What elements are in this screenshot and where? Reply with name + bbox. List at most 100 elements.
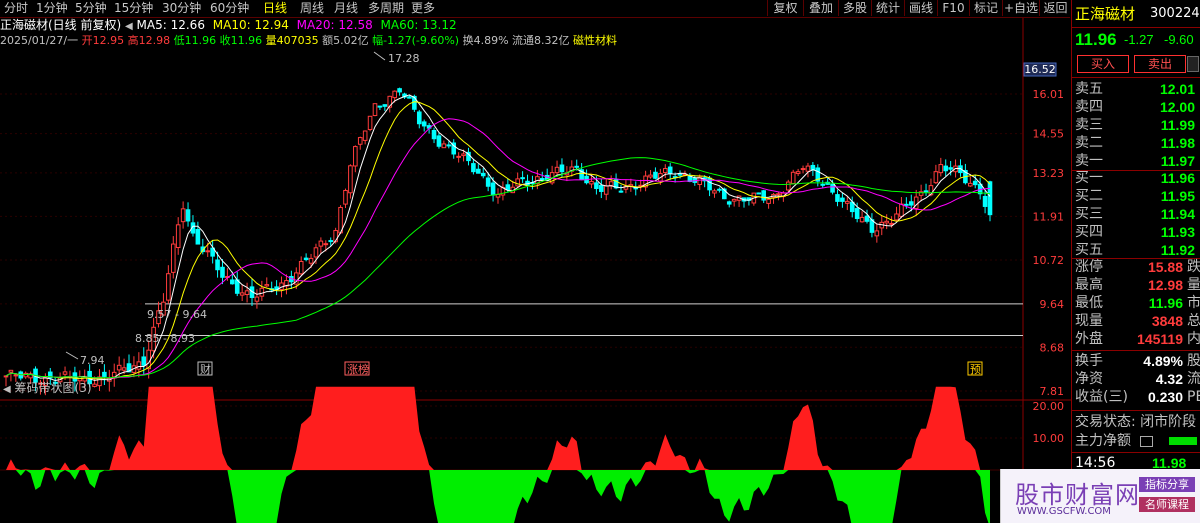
candle-body: [845, 200, 850, 204]
f10-button[interactable]: F10: [937, 0, 969, 16]
trade-status: 交易状态: 闭市阶段: [1075, 414, 1197, 430]
menu-icon[interactable]: [1187, 56, 1199, 72]
candle-body: [254, 296, 260, 302]
statistics-button[interactable]: 统计: [871, 0, 904, 16]
ma60-label: MA60: 13.12: [380, 18, 457, 32]
add-watchlist-button[interactable]: +自选: [1002, 0, 1039, 16]
stat-row-3: 现量 3848 总: [1072, 312, 1200, 330]
candle-body: [298, 261, 304, 275]
watermark-tag-indicators: 指标分享: [1139, 477, 1195, 492]
candle-body: [436, 135, 442, 147]
range-upper-label: 9.57 - 9.64: [147, 308, 207, 321]
candle-body: [471, 163, 476, 173]
chip-band-positive: [6, 386, 990, 470]
candle-body: [884, 220, 889, 224]
multi-stock-button[interactable]: 多股: [838, 0, 871, 16]
watermark-url: WWW.GSCFW.COM: [1017, 506, 1111, 517]
stat-row-1: 最高 12.98 量: [1072, 276, 1200, 294]
candle-body: [357, 137, 363, 145]
buy-button[interactable]: 买入: [1077, 55, 1129, 73]
stat-row-3-extra: 总: [1187, 313, 1200, 329]
candle-body: [928, 185, 934, 196]
candle-body: [8, 369, 14, 373]
stock-title: 正海磁材(日线 前复权): [0, 18, 122, 32]
fuquan-button[interactable]: 复权: [767, 0, 803, 16]
candle-body: [830, 183, 835, 193]
candle-body: [864, 215, 870, 222]
candle-body: [313, 247, 319, 258]
back-button[interactable]: 返回: [1039, 0, 1071, 16]
bid-row-1-value: 11.96: [1160, 170, 1195, 186]
ma-info-line: 正海磁材(日线 前复权) ◀ MA5: 12.66 MA10: 12.94 MA…: [0, 18, 457, 33]
indicator-settings-icon[interactable]: ◀: [3, 384, 11, 395]
collapse-icon[interactable]: ◀: [125, 21, 133, 32]
ask-row-2: 卖二 11.98: [1072, 134, 1200, 152]
tab-multi-period[interactable]: 多周期: [368, 1, 404, 16]
overlay-button[interactable]: 叠加: [803, 0, 838, 16]
stat-row-2-label: 最低: [1075, 295, 1103, 311]
candle-body: [230, 279, 235, 285]
tab-60min[interactable]: 60分钟: [210, 1, 249, 16]
candle-body: [328, 240, 334, 243]
current-price-tag-label: 16.52: [1024, 63, 1056, 76]
bid-row-3-value: 11.94: [1160, 206, 1195, 222]
tab-more[interactable]: 更多: [411, 1, 435, 16]
mark-button[interactable]: 标记: [969, 0, 1002, 16]
stat-row-2-extra: 市: [1187, 295, 1200, 311]
candle-body: [318, 240, 324, 247]
candle-body: [594, 182, 599, 190]
candle-body: [353, 146, 358, 167]
stat-row-0-label: 涨停: [1075, 259, 1103, 275]
indicator-tick-label: 10.00: [1033, 432, 1065, 445]
stat-row-4-label: 外盘: [1075, 331, 1103, 347]
quote-stock-name: 正海磁材: [1075, 5, 1136, 23]
tab-30min[interactable]: 30分钟: [162, 1, 201, 16]
candle-body: [348, 165, 353, 194]
stat2-row-2-label: 收益(三): [1075, 389, 1128, 405]
stat2-row-0-extra: 股: [1187, 353, 1200, 369]
tab-monthly[interactable]: 月线: [334, 1, 358, 16]
candle-body: [854, 208, 860, 219]
tab-1min[interactable]: 1分钟: [36, 1, 68, 16]
candle-body: [726, 201, 732, 205]
draw-line-button[interactable]: 画线: [904, 0, 937, 16]
candle-body: [480, 172, 486, 177]
tab-daily[interactable]: 日线: [263, 1, 287, 16]
candle-body: [446, 144, 452, 147]
candle-body: [220, 266, 225, 278]
ask-row-1-value: 11.97: [1160, 153, 1195, 169]
main-net-bar: [1169, 437, 1197, 445]
candle-body: [397, 88, 402, 93]
candle-body: [392, 90, 397, 99]
stat-row-4: 外盘 145119 内: [1072, 330, 1200, 348]
bar-date: 2025/01/27/一: [0, 34, 79, 47]
candle-body: [23, 372, 28, 378]
ask-row-1: 卖一 11.97: [1072, 152, 1200, 170]
bid-row-4-label: 买四: [1075, 224, 1103, 240]
turnover-value: 换4.89%: [462, 34, 509, 47]
candle-body: [141, 356, 147, 366]
chart-mini-icon[interactable]: [1140, 436, 1153, 447]
candle-body: [343, 189, 348, 205]
stat-row-1-label: 最高: [1075, 277, 1103, 293]
kline-chart[interactable]: 16.01 14.55 13.23 11.91 10.72 9.64 8.68 7.81 16.…: [0, 0, 1071, 523]
sell-button[interactable]: 卖出: [1134, 55, 1186, 73]
candle-body: [303, 257, 309, 261]
candle-body: [3, 375, 9, 378]
candle-body: [972, 180, 978, 186]
low-value: 低11.96: [173, 34, 217, 47]
sector-value[interactable]: 磁性材料: [573, 34, 617, 47]
bid-row-5-value: 11.92: [1160, 242, 1195, 258]
tab-15min[interactable]: 15分钟: [114, 1, 153, 16]
stat-row-2: 最低 11.96 市: [1072, 294, 1200, 312]
candle-body: [490, 182, 496, 196]
tab-5min[interactable]: 5分钟: [75, 1, 107, 16]
indicator-name: 筹码带状图(3): [14, 381, 92, 395]
candle-body: [667, 166, 673, 175]
indicator-title[interactable]: ◀ 筹码带状图(3): [3, 379, 92, 396]
tab-weekly[interactable]: 周线: [300, 1, 324, 16]
tab-fenshi[interactable]: 分时: [4, 1, 28, 16]
price-tick-label: 8.68: [1040, 341, 1065, 354]
bid-row-5-label: 买五: [1075, 242, 1103, 258]
float-value: 流通8.32亿: [512, 34, 570, 47]
